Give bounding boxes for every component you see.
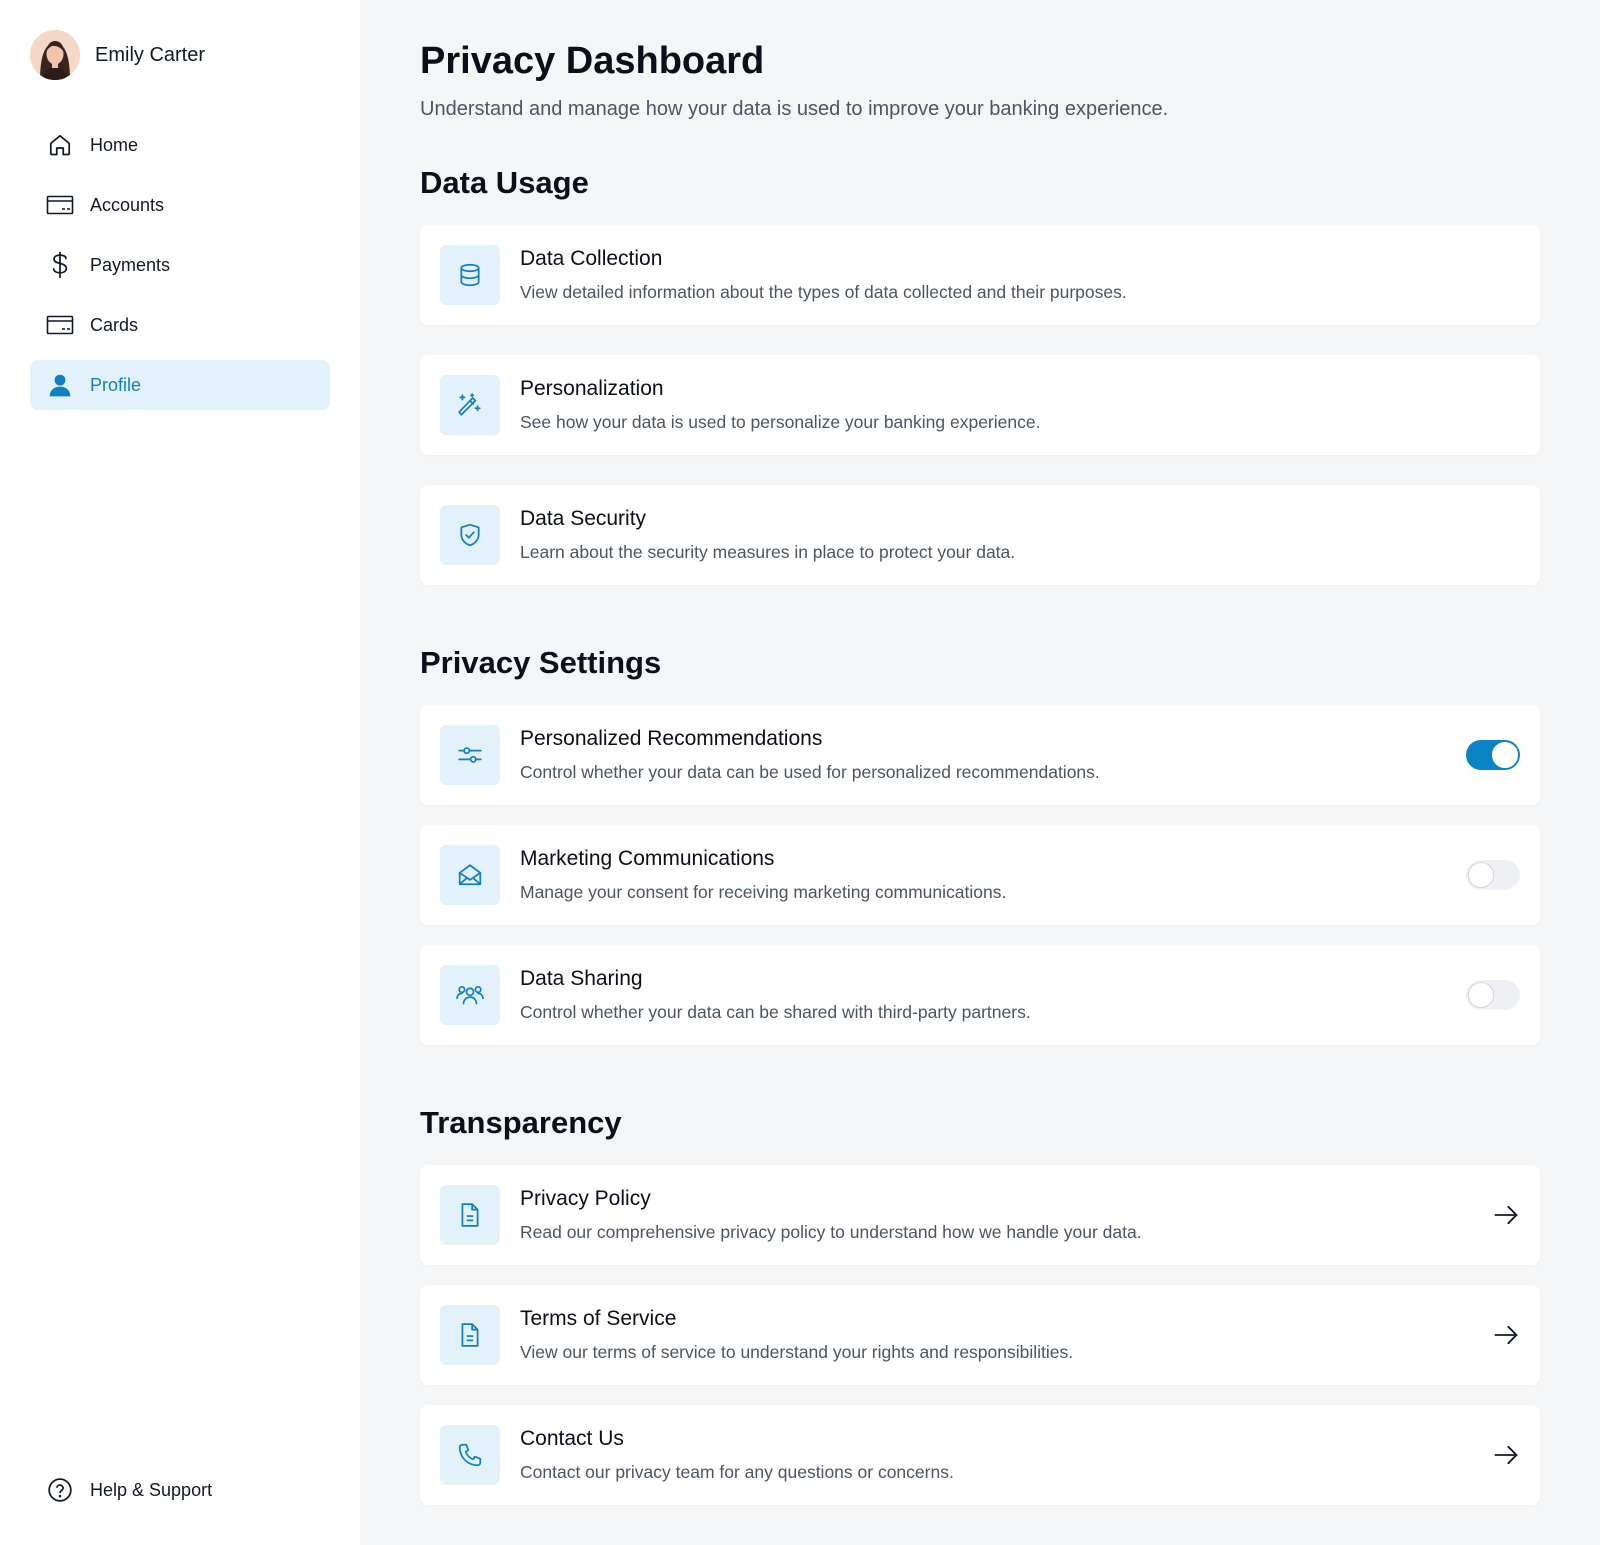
card-description: View our terms of service to understand … bbox=[520, 1342, 1074, 1362]
avatar bbox=[30, 30, 80, 80]
card-description: See how your data is used to personalize… bbox=[520, 412, 1041, 432]
sidebar-item-help[interactable]: Help & Support bbox=[30, 1465, 330, 1515]
section-title-transparency: Transparency bbox=[420, 1105, 622, 1140]
sidebar-item-label: Home bbox=[90, 134, 139, 155]
card-privacy-policy[interactable]: Privacy Policy Read our comprehensive pr… bbox=[420, 1165, 1540, 1265]
card-description: Read our comprehensive privacy policy to… bbox=[520, 1222, 1142, 1242]
card-personalized-recommendations: Personalized Recommendations Control whe… bbox=[420, 705, 1540, 805]
marketing-communications-toggle[interactable] bbox=[1466, 860, 1520, 890]
card-description: Control whether your data can be shared … bbox=[520, 1002, 1031, 1022]
sidebar-item-label: Cards bbox=[90, 314, 139, 335]
phone-icon bbox=[440, 1425, 500, 1485]
users-icon bbox=[440, 965, 500, 1025]
page-title: Privacy Dashboard bbox=[420, 40, 765, 82]
toggle-knob bbox=[1492, 742, 1518, 768]
card-personalization[interactable]: Personalization See how your data is use… bbox=[420, 355, 1540, 455]
sidebar-item-cards[interactable]: Cards bbox=[30, 300, 330, 350]
sidebar-item-accounts[interactable]: Accounts bbox=[30, 180, 330, 230]
card-title: Data Collection bbox=[520, 247, 663, 270]
arrow-right-icon[interactable] bbox=[1492, 1441, 1520, 1469]
toggle-knob bbox=[1468, 982, 1494, 1008]
user-profile[interactable]: Emily Carter bbox=[30, 30, 205, 80]
document-icon bbox=[440, 1185, 500, 1245]
sidebar-item-label: Accounts bbox=[90, 194, 165, 215]
magic-wand-icon bbox=[440, 375, 500, 435]
card-description: Contact our privacy team for any questio… bbox=[520, 1462, 954, 1482]
sidebar-nav: Home Accounts Payments Cards Profile bbox=[30, 120, 330, 420]
page-subtitle: Understand and manage how your data is u… bbox=[420, 98, 1169, 120]
credit-card-icon bbox=[46, 191, 74, 219]
help-support-label: Help & Support bbox=[90, 1479, 213, 1500]
card-title: Privacy Policy bbox=[520, 1187, 651, 1210]
card-title: Data Security bbox=[520, 507, 647, 530]
card-terms-of-service[interactable]: Terms of Service View our terms of servi… bbox=[420, 1285, 1540, 1385]
card-data-collection[interactable]: Data Collection View detailed informatio… bbox=[420, 225, 1540, 325]
card-title: Terms of Service bbox=[520, 1307, 677, 1330]
sidebar-item-profile[interactable]: Profile bbox=[30, 360, 330, 410]
personalized-recommendations-toggle[interactable] bbox=[1466, 740, 1520, 770]
document-icon bbox=[440, 1305, 500, 1365]
sidebar-item-label: Payments bbox=[90, 254, 171, 275]
card-title: Personalization bbox=[520, 377, 664, 400]
card-description: Control whether your data can be used fo… bbox=[520, 762, 1100, 782]
sidebar: Emily Carter Home Accounts Payments Card… bbox=[0, 0, 360, 1545]
card-description: View detailed information about the type… bbox=[520, 282, 1127, 302]
data-sharing-toggle[interactable] bbox=[1466, 980, 1520, 1010]
envelope-open-icon bbox=[440, 845, 500, 905]
sidebar-item-payments[interactable]: Payments bbox=[30, 240, 330, 290]
arrow-right-icon[interactable] bbox=[1492, 1321, 1520, 1349]
shield-check-icon bbox=[440, 505, 500, 565]
card-marketing-communications: Marketing Communications Manage your con… bbox=[420, 825, 1540, 925]
toggle-knob bbox=[1468, 862, 1494, 888]
card-description: Manage your consent for receiving market… bbox=[520, 882, 1007, 902]
help-support-link[interactable]: Help & Support bbox=[30, 1465, 330, 1515]
card-title: Marketing Communications bbox=[520, 847, 775, 870]
card-data-security[interactable]: Data Security Learn about the security m… bbox=[420, 485, 1540, 585]
help-circle-icon bbox=[46, 1476, 74, 1504]
card-title: Contact Us bbox=[520, 1427, 624, 1450]
section-title-privacy-settings: Privacy Settings bbox=[420, 645, 662, 680]
card-description: Learn about the security measures in pla… bbox=[520, 542, 1016, 562]
card-title: Data Sharing bbox=[520, 967, 643, 990]
user-icon bbox=[46, 371, 74, 399]
sliders-icon bbox=[440, 725, 500, 785]
card-data-sharing: Data Sharing Control whether your data c… bbox=[420, 945, 1540, 1045]
section-title-data-usage: Data Usage bbox=[420, 165, 589, 200]
card-contact-us[interactable]: Contact Us Contact our privacy team for … bbox=[420, 1405, 1540, 1505]
sidebar-item-label: Profile bbox=[90, 374, 142, 395]
home-icon bbox=[46, 131, 74, 159]
dollar-icon bbox=[46, 251, 74, 279]
sidebar-item-home[interactable]: Home bbox=[30, 120, 330, 170]
credit-card-icon bbox=[46, 311, 74, 339]
card-title: Personalized Recommendations bbox=[520, 727, 823, 750]
database-icon bbox=[440, 245, 500, 305]
arrow-right-icon[interactable] bbox=[1492, 1201, 1520, 1229]
user-name: Emily Carter bbox=[95, 43, 206, 66]
